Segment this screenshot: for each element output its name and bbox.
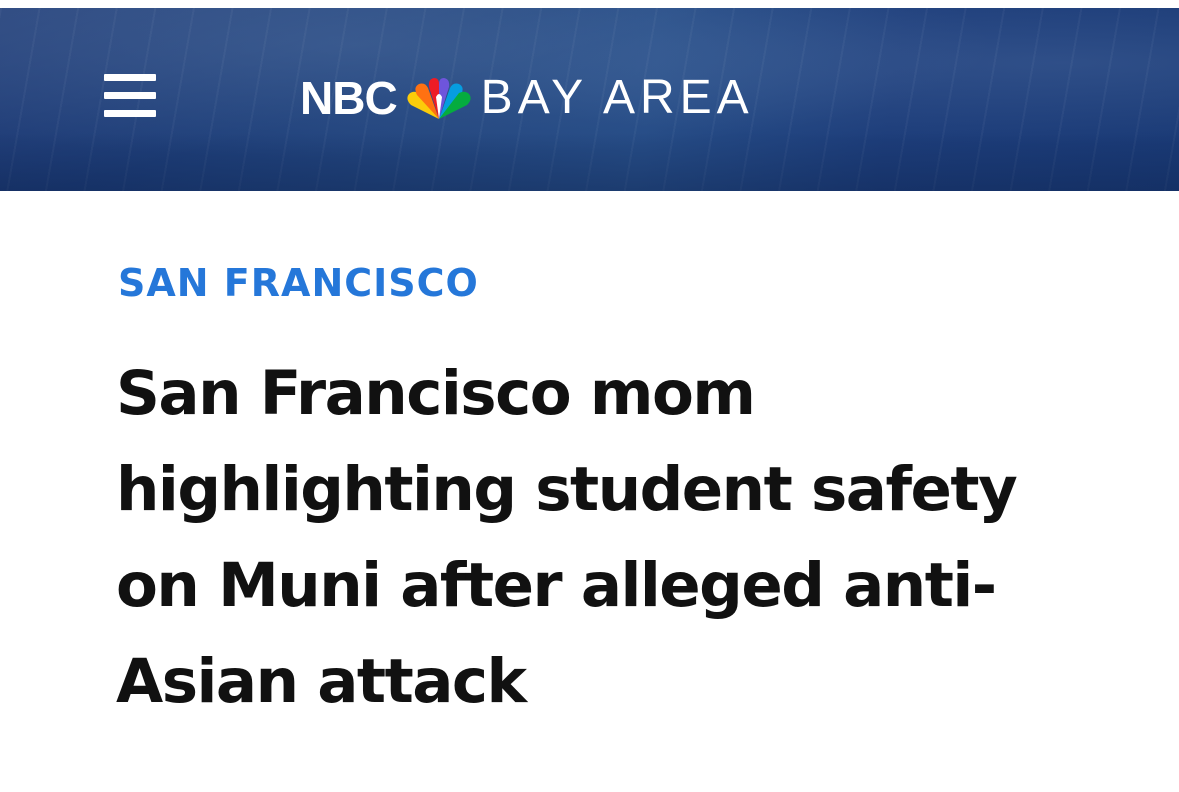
headline-line: on Muni after alleged anti- — [116, 550, 997, 621]
logo-network-text: NBC — [300, 72, 398, 124]
article-headline: San Francisco mom highlighting student s… — [116, 346, 1036, 730]
menu-bar-bottom — [104, 110, 156, 117]
section-label[interactable]: SAN FRANCISCO — [118, 264, 479, 302]
header-shade — [0, 133, 1179, 191]
headline-line: San Francisco mom — [116, 358, 756, 429]
site-header: NBC BAY AREA — [0, 8, 1179, 191]
nbc-peacock-icon — [407, 78, 471, 119]
headline-line: Asian attack — [116, 646, 527, 717]
hamburger-menu-icon[interactable] — [104, 68, 158, 124]
menu-bar-top — [104, 74, 156, 81]
logo-region-text: BAY AREA — [480, 71, 754, 124]
menu-bar-middle — [104, 92, 156, 99]
headline-line: highlighting student safety — [116, 454, 1018, 525]
nbc-bay-area-logo[interactable]: NBC BAY AREA — [300, 68, 754, 128]
